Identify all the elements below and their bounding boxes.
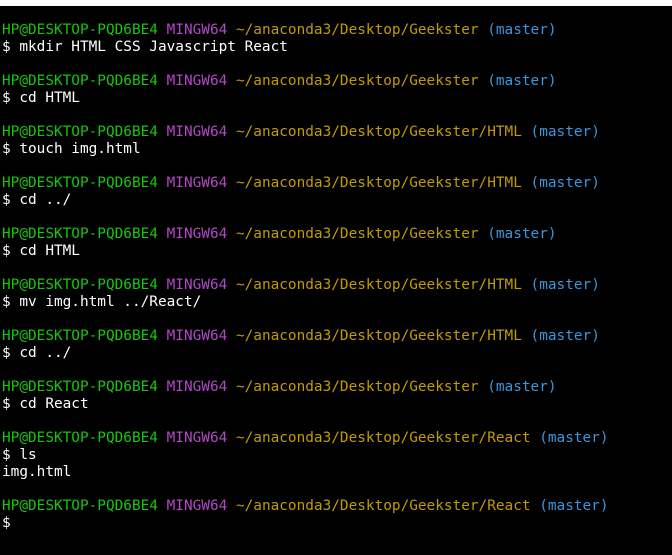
command-line: $ mv img.html ../React/ <box>2 294 202 310</box>
prompt-line: HP@DESKTOP-PQD6BE4 MINGW64 ~/anaconda3/D… <box>2 277 600 294</box>
prompt-system: MINGW64 <box>166 328 228 344</box>
prompt-line: HP@DESKTOP-PQD6BE4 MINGW64 ~/anaconda3/D… <box>2 175 600 192</box>
prompt-line: HP@DESKTOP-PQD6BE4 MINGW64 ~/anaconda3/D… <box>2 226 557 243</box>
prompt-user-host: HP@DESKTOP-PQD6BE4 <box>2 124 158 140</box>
prompt-system: MINGW64 <box>166 226 228 242</box>
prompt-path: ~/anaconda3/Desktop/Geekster <box>235 379 479 395</box>
prompt-path: ~/anaconda3/Desktop/Geekster <box>235 73 479 89</box>
prompt-system: MINGW64 <box>166 22 228 38</box>
prompt-user-host: HP@DESKTOP-PQD6BE4 <box>2 498 158 514</box>
prompt-branch: (master) <box>487 226 557 242</box>
command-output: img.html <box>2 464 72 480</box>
command-line: $ cd HTML <box>2 243 80 259</box>
terminal-window[interactable]: HP@DESKTOP-PQD6BE4 MINGW64 ~/anaconda3/D… <box>0 0 672 555</box>
prompt-path: ~/anaconda3/Desktop/Geekster <box>235 22 479 38</box>
command-line: $ cd React <box>2 396 89 412</box>
prompt-system: MINGW64 <box>166 277 228 293</box>
prompt-branch: (master) <box>487 379 557 395</box>
prompt-line: HP@DESKTOP-PQD6BE4 MINGW64 ~/anaconda3/D… <box>2 379 557 396</box>
prompt-branch: (master) <box>530 328 600 344</box>
prompt-path: ~/anaconda3/Desktop/Geekster/React <box>235 498 531 514</box>
command-line: $ cd ../ <box>2 345 72 361</box>
prompt-system: MINGW64 <box>166 175 228 191</box>
prompt-user-host: HP@DESKTOP-PQD6BE4 <box>2 379 158 395</box>
command-line: $ cd ../ <box>2 192 72 208</box>
prompt-line: HP@DESKTOP-PQD6BE4 MINGW64 ~/anaconda3/D… <box>2 430 609 447</box>
prompt-path: ~/anaconda3/Desktop/Geekster/HTML <box>235 277 522 293</box>
prompt-user-host: HP@DESKTOP-PQD6BE4 <box>2 277 158 293</box>
prompt-branch: (master) <box>539 498 609 514</box>
prompt-branch: (master) <box>530 175 600 191</box>
command-line: $ cd HTML <box>2 90 80 106</box>
command-line: $ ls <box>2 447 37 463</box>
window-top-edge <box>0 0 672 6</box>
prompt-path: ~/anaconda3/Desktop/Geekster/React <box>235 430 531 446</box>
prompt-system: MINGW64 <box>166 498 228 514</box>
prompt-user-host: HP@DESKTOP-PQD6BE4 <box>2 430 158 446</box>
prompt-system: MINGW64 <box>166 124 228 140</box>
prompt-line: HP@DESKTOP-PQD6BE4 MINGW64 ~/anaconda3/D… <box>2 498 609 515</box>
prompt-path: ~/anaconda3/Desktop/Geekster/HTML <box>235 124 522 140</box>
prompt-system: MINGW64 <box>166 379 228 395</box>
prompt-branch: (master) <box>487 73 557 89</box>
prompt-path: ~/anaconda3/Desktop/Geekster/HTML <box>235 328 522 344</box>
prompt-system: MINGW64 <box>166 430 228 446</box>
command-input-line[interactable]: $ <box>2 515 11 532</box>
prompt-line: HP@DESKTOP-PQD6BE4 MINGW64 ~/anaconda3/D… <box>2 124 600 141</box>
prompt-user-host: HP@DESKTOP-PQD6BE4 <box>2 73 158 89</box>
command-line: $ mkdir HTML CSS Javascript React <box>2 39 288 55</box>
prompt-line: HP@DESKTOP-PQD6BE4 MINGW64 ~/anaconda3/D… <box>2 328 600 345</box>
prompt-user-host: HP@DESKTOP-PQD6BE4 <box>2 226 158 242</box>
prompt-branch: (master) <box>530 277 600 293</box>
prompt-path: ~/anaconda3/Desktop/Geekster/HTML <box>235 175 522 191</box>
prompt-branch: (master) <box>530 124 600 140</box>
prompt-user-host: HP@DESKTOP-PQD6BE4 <box>2 175 158 191</box>
prompt-path: ~/anaconda3/Desktop/Geekster <box>235 226 479 242</box>
command-prompt-symbol: $ <box>2 515 11 531</box>
prompt-user-host: HP@DESKTOP-PQD6BE4 <box>2 22 158 38</box>
prompt-line: HP@DESKTOP-PQD6BE4 MINGW64 ~/anaconda3/D… <box>2 73 557 90</box>
command-line: $ touch img.html <box>2 141 141 157</box>
prompt-system: MINGW64 <box>166 73 228 89</box>
prompt-branch: (master) <box>539 430 609 446</box>
prompt-line: HP@DESKTOP-PQD6BE4 MINGW64 ~/anaconda3/D… <box>2 22 557 39</box>
prompt-user-host: HP@DESKTOP-PQD6BE4 <box>2 328 158 344</box>
prompt-branch: (master) <box>487 22 557 38</box>
